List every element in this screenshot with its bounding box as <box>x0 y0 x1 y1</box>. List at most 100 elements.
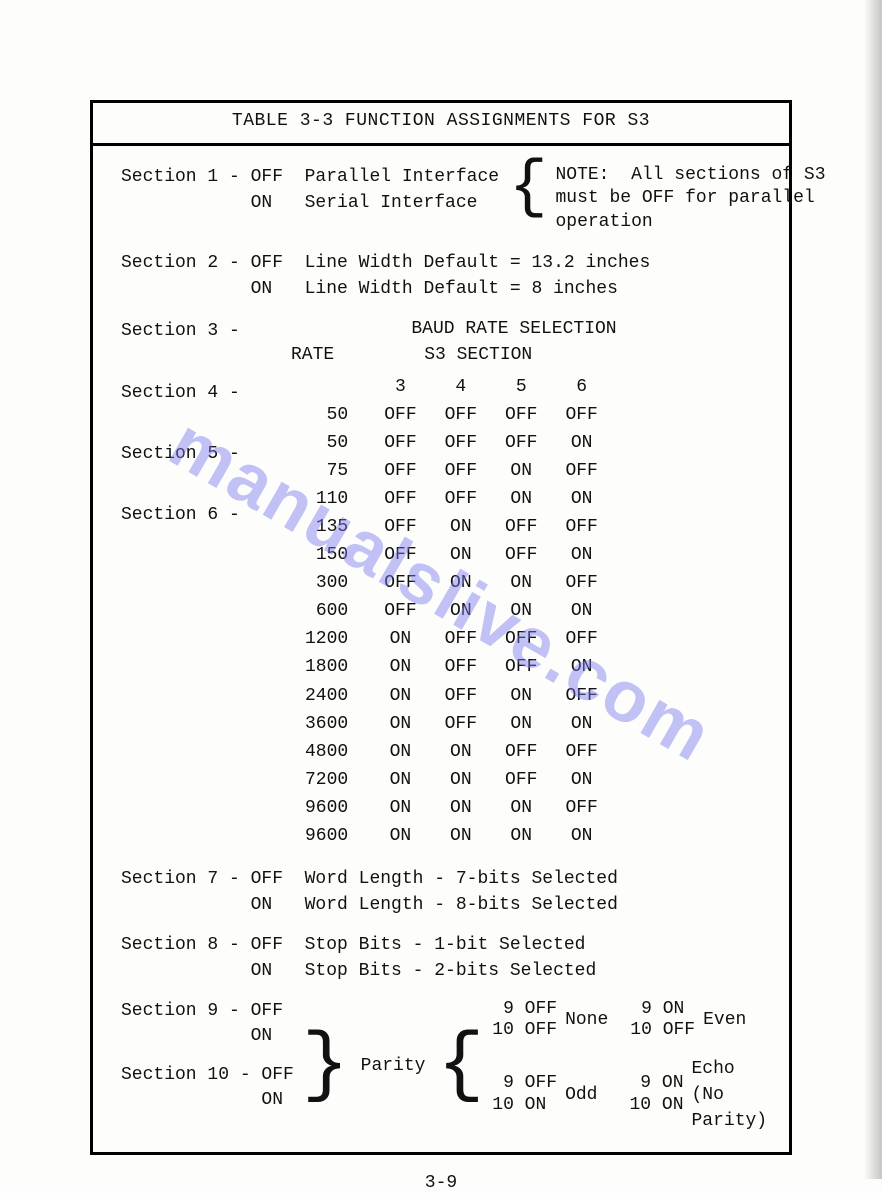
parity-row-1: 9 OFF 10 OFF None 9 ON 10 OFF Even <box>492 999 767 1042</box>
baud-rate-cell: 9600 <box>291 794 370 822</box>
section-1-row: Section 1 - OFF Parallel Interface ON Se… <box>121 164 767 234</box>
baud-value-cell: ON <box>491 794 551 822</box>
s3-section-header: S3 SECTION <box>424 342 532 368</box>
baud-value-cell: ON <box>431 794 491 822</box>
baud-rate-cell: 135 <box>291 513 370 541</box>
baud-rate-cell: 50 <box>291 429 370 457</box>
baud-value-cell: ON <box>431 597 491 625</box>
baud-value-cell: OFF <box>431 401 491 429</box>
parity-none-bits: 9 OFF 10 OFF <box>492 999 557 1042</box>
section-9-10-labels: Section 9 - OFF ON Section 10 - OFF ON <box>121 999 294 1134</box>
baud-value-cell: OFF <box>551 682 611 710</box>
baud-value-cell: OFF <box>370 457 430 485</box>
baud-title: BAUD RATE SELECTION <box>261 316 767 342</box>
baud-value-cell: OFF <box>431 429 491 457</box>
section-7-on: ON Word Length - 8-bits Selected <box>121 892 767 918</box>
baud-value-cell: ON <box>551 485 611 513</box>
table-row: 9600ONONONON <box>291 822 612 850</box>
table-row: 7200ONONOFFON <box>291 766 612 794</box>
baud-col-3: 3 <box>370 373 430 401</box>
note-line-2: must be OFF for parallel <box>555 188 814 208</box>
baud-value-cell: ON <box>370 794 430 822</box>
parity-right-brace-icon: { <box>435 1036 486 1096</box>
baud-value-cell: ON <box>491 682 551 710</box>
baud-value-cell: ON <box>370 653 430 681</box>
baud-value-cell: ON <box>370 822 430 850</box>
baud-col-header-row: 3 4 5 6 <box>291 373 612 401</box>
parity-echo-bits: 9 ON 10 ON <box>629 1073 683 1116</box>
table-row: 600OFFONONON <box>291 597 612 625</box>
section-10-label: Section 10 - OFF ON <box>121 1063 294 1113</box>
baud-subheader: RATE S3 SECTION <box>291 342 767 368</box>
baud-value-cell: OFF <box>491 513 551 541</box>
table-row: 75OFFOFFONOFF <box>291 457 612 485</box>
baud-value-cell: ON <box>431 738 491 766</box>
baud-rate-cell: 110 <box>291 485 370 513</box>
baud-value-cell: ON <box>491 822 551 850</box>
baud-value-cell: OFF <box>370 513 430 541</box>
table-row: 9600ONONONOFF <box>291 794 612 822</box>
baud-rate-cell: 1800 <box>291 653 370 681</box>
baud-value-cell: ON <box>431 513 491 541</box>
baud-value-cell: OFF <box>370 401 430 429</box>
section-1-off: Section 1 - OFF Parallel Interface <box>121 167 499 187</box>
baud-value-cell: OFF <box>551 513 611 541</box>
baud-value-cell: ON <box>491 485 551 513</box>
page-number: 3-9 <box>90 1173 792 1193</box>
baud-rate-cell: 150 <box>291 541 370 569</box>
baud-rate-cell: 300 <box>291 569 370 597</box>
baud-value-cell: OFF <box>551 794 611 822</box>
parity-even-bits: 9 ON 10 OFF <box>630 999 695 1042</box>
parity-echo-label: Echo (No Parity) <box>692 1056 768 1134</box>
table-row: 300OFFONONOFF <box>291 569 612 597</box>
baud-value-cell: ON <box>431 766 491 794</box>
baud-value-cell: OFF <box>491 541 551 569</box>
baud-rate-cell: 600 <box>291 597 370 625</box>
parity-odd-bits: 9 OFF 10 ON <box>492 1073 557 1116</box>
baud-value-cell: OFF <box>551 738 611 766</box>
table-content: Section 1 - OFF Parallel Interface ON Se… <box>93 146 789 1152</box>
note-line-3: operation <box>555 212 652 232</box>
table-row: 150OFFONOFFON <box>291 541 612 569</box>
table-row: 4800ONONOFFOFF <box>291 738 612 766</box>
baud-rate-cell: 7200 <box>291 766 370 794</box>
table-row: 1800ONOFFOFFON <box>291 653 612 681</box>
section-8-block: Section 8 - OFF Stop Bits - 1-bit Select… <box>121 932 767 984</box>
baud-block: Section 3 - Section 4 - Section 5 - Sect… <box>121 316 767 850</box>
baud-value-cell: ON <box>370 710 430 738</box>
parity-block: Section 9 - OFF ON Section 10 - OFF ON }… <box>121 999 767 1134</box>
baud-value-cell: OFF <box>370 569 430 597</box>
parity-left-brace-icon: } <box>300 1036 351 1096</box>
table-row: 50OFFOFFOFFOFF <box>291 401 612 429</box>
parity-none-label: None <box>565 1007 608 1033</box>
baud-col-4: 4 <box>431 373 491 401</box>
baud-value-cell: OFF <box>431 653 491 681</box>
parity-label: Parity <box>357 1053 430 1079</box>
section-2-on: ON Line Width Default = 8 inches <box>121 276 767 302</box>
baud-value-cell: ON <box>551 429 611 457</box>
baud-value-cell: OFF <box>431 710 491 738</box>
baud-table: 3 4 5 6 50OFFOFFOFFOFF50OFFOFFOFFON75OFF… <box>291 373 612 851</box>
baud-value-cell: ON <box>370 625 430 653</box>
baud-value-cell: ON <box>431 569 491 597</box>
rate-header: RATE <box>291 342 334 368</box>
baud-value-cell: OFF <box>491 625 551 653</box>
document-page: manualslive.com TABLE 3-3 FUNCTION ASSIG… <box>0 0 882 1179</box>
baud-value-cell: OFF <box>491 766 551 794</box>
baud-value-cell: ON <box>370 682 430 710</box>
section-2-block: Section 2 - OFF Line Width Default = 13.… <box>121 250 767 302</box>
section-8-off: Section 8 - OFF Stop Bits - 1-bit Select… <box>121 932 767 958</box>
table-row: 2400ONOFFONOFF <box>291 682 612 710</box>
baud-rate-cell: 9600 <box>291 822 370 850</box>
section-7-block: Section 7 - OFF Word Length - 7-bits Sel… <box>121 866 767 918</box>
baud-value-cell: ON <box>551 541 611 569</box>
baud-value-cell: OFF <box>491 738 551 766</box>
baud-value-cell: ON <box>370 738 430 766</box>
baud-value-cell: ON <box>551 597 611 625</box>
parity-options: 9 OFF 10 OFF None 9 ON 10 OFF Even 9 OFF… <box>492 999 767 1134</box>
baud-value-cell: OFF <box>370 485 430 513</box>
baud-value-cell: OFF <box>551 401 611 429</box>
baud-value-cell: ON <box>431 822 491 850</box>
section-8-on: ON Stop Bits - 2-bits Selected <box>121 958 767 984</box>
baud-value-cell: ON <box>551 653 611 681</box>
